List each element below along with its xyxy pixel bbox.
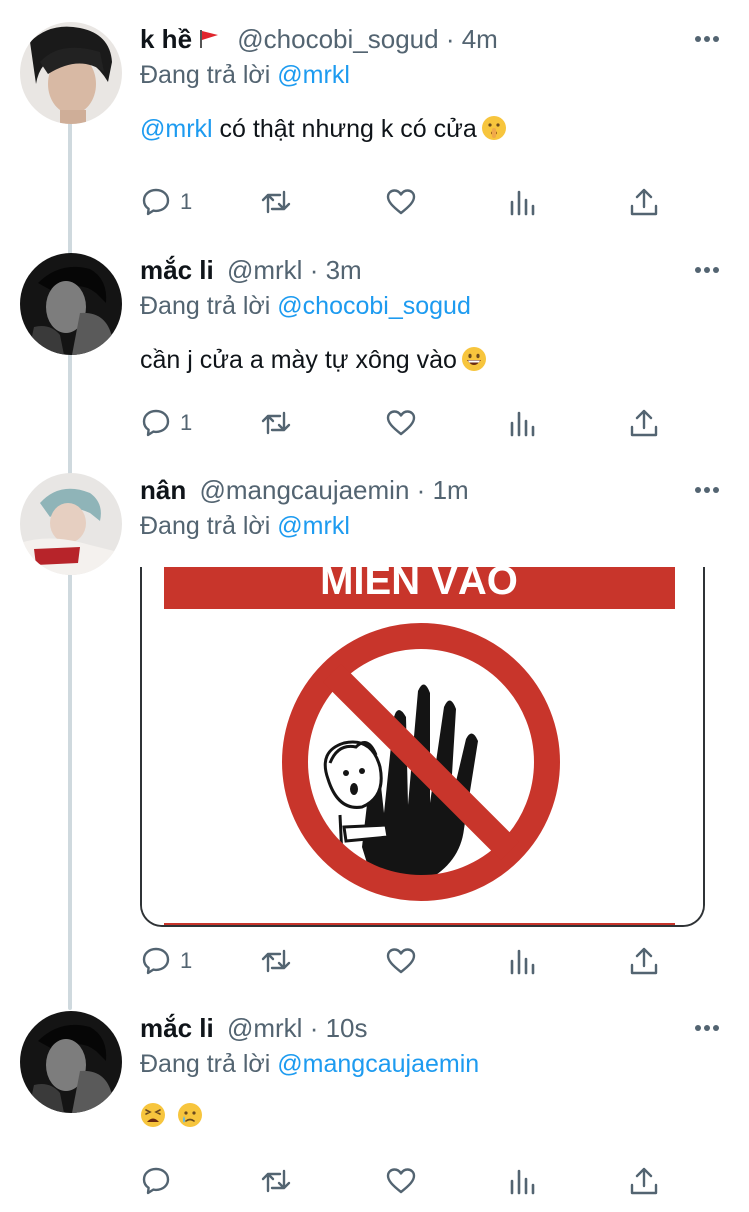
tweet[interactable]: k hề @chocobi_sogud · 4m Đang trả lời @m… [0, 22, 749, 232]
handle[interactable]: @mangcaujaemin [199, 475, 409, 505]
share-button[interactable] [628, 403, 660, 443]
handle[interactable]: @chocobi_sogud [237, 24, 438, 54]
reply-icon [142, 188, 170, 216]
like-icon [386, 1168, 416, 1194]
timestamp[interactable]: 4m [462, 24, 498, 54]
reply-mention[interactable]: @mangcaujaemin [277, 1050, 479, 1078]
share-button[interactable] [628, 941, 660, 981]
separator: · [309, 1013, 319, 1043]
reply-button[interactable] [140, 1161, 180, 1201]
display-name[interactable]: k hề [140, 24, 192, 54]
analytics-button[interactable] [507, 182, 539, 222]
timestamp[interactable]: 1m [433, 475, 469, 505]
more-icon[interactable] [695, 36, 725, 44]
retweet-icon [261, 1169, 291, 1193]
reply-icon [142, 1167, 170, 1195]
reply-prefix: Đang trả lời [140, 512, 271, 540]
reply-count: 1 [180, 189, 193, 214]
red-flag-icon [200, 30, 219, 48]
like-button[interactable] [385, 941, 417, 981]
display-name[interactable]: nân [140, 475, 186, 505]
text-body: có thật nhưng k có cửa [219, 115, 477, 143]
timestamp[interactable]: 10s [326, 1013, 368, 1043]
reply-mention[interactable]: @mrkl [277, 61, 350, 89]
reply-button[interactable]: 1 [140, 182, 192, 222]
reply-context: Đang trả lời @mangcaujaemin [140, 1047, 725, 1081]
share-icon [630, 1167, 658, 1195]
tweet-media-image[interactable]: MIỄN VÀO [140, 567, 705, 927]
reply-icon [142, 947, 170, 975]
retweet-icon [261, 411, 291, 435]
tired-face-emoji-icon [141, 1103, 165, 1127]
crying-face-emoji-icon [177, 1103, 202, 1127]
reply-count: 1 [180, 948, 193, 973]
share-button[interactable] [628, 1161, 660, 1201]
display-name[interactable]: mắc li [140, 255, 214, 285]
share-button[interactable] [628, 182, 660, 222]
display-name[interactable]: mắc li [140, 1013, 214, 1043]
more-icon[interactable] [695, 487, 725, 495]
avatar[interactable] [20, 1011, 122, 1113]
retweet-button[interactable] [260, 1161, 292, 1201]
retweet-icon [261, 949, 291, 973]
tweet-text: cần j cửa a mày tự xông vào [140, 343, 725, 377]
like-icon [386, 948, 416, 974]
separator: · [445, 24, 455, 54]
reply-button[interactable]: 1 [140, 941, 192, 981]
like-button[interactable] [385, 1161, 417, 1201]
reply-button[interactable]: 1 [140, 403, 192, 443]
retweet-button[interactable] [260, 182, 292, 222]
share-icon [630, 409, 658, 437]
reply-count: 1 [180, 410, 193, 435]
retweet-icon [261, 190, 291, 214]
reply-context: Đang trả lời @chocobi_sogud [140, 289, 725, 323]
analytics-button[interactable] [507, 1161, 539, 1201]
sign-text: MIỄN VÀO [320, 567, 518, 603]
retweet-button[interactable] [260, 941, 292, 981]
avatar[interactable] [20, 22, 122, 124]
tweet[interactable]: mắc li @mrkl · 10s Đang trả lời @mangcau… [0, 1011, 749, 1211]
separator: · [309, 255, 319, 285]
more-icon[interactable] [695, 267, 725, 275]
retweet-button[interactable] [260, 403, 292, 443]
reply-mention[interactable]: @chocobi_sogud [277, 292, 471, 320]
more-icon[interactable] [695, 1025, 725, 1033]
analytics-button[interactable] [507, 403, 539, 443]
avatar[interactable] [20, 473, 122, 575]
tweet[interactable]: nân @mangcaujaemin · 1m Đang trả lời @mr… [0, 473, 749, 993]
reply-prefix: Đang trả lời [140, 292, 271, 320]
analytics-icon [510, 411, 535, 437]
grinning-face-emoji-icon [461, 347, 486, 371]
reply-icon [142, 409, 170, 437]
handle[interactable]: @mrkl [227, 255, 303, 285]
like-button[interactable] [385, 403, 417, 443]
like-icon [386, 410, 416, 436]
analytics-button[interactable] [507, 941, 539, 981]
reply-mention[interactable]: @mrkl [277, 512, 350, 540]
analytics-icon [510, 949, 535, 975]
tweet-text: @mrkl có thật nhưng k có cửa [140, 112, 725, 146]
share-icon [630, 188, 658, 216]
reply-prefix: Đang trả lời [140, 1050, 271, 1078]
analytics-icon [510, 1169, 535, 1195]
handle[interactable]: @mrkl [227, 1013, 303, 1043]
reply-prefix: Đang trả lời [140, 61, 271, 89]
like-button[interactable] [385, 182, 417, 222]
tweet-text [140, 1099, 725, 1133]
separator: · [416, 475, 426, 505]
reply-context: Đang trả lời @mrkl [140, 58, 725, 92]
tweet[interactable]: mắc li @mrkl · 3m Đang trả lời @chocobi_… [0, 253, 749, 453]
avatar[interactable] [20, 253, 122, 355]
analytics-icon [510, 190, 535, 216]
like-icon [386, 189, 416, 215]
share-icon [630, 947, 658, 975]
text-body: cần j cửa a mày tự xông vào [140, 346, 457, 374]
shushing-face-emoji-icon [481, 116, 506, 140]
text-mention[interactable]: @mrkl [140, 115, 213, 143]
timestamp[interactable]: 3m [326, 255, 362, 285]
reply-context: Đang trả lời @mrkl [140, 509, 725, 543]
